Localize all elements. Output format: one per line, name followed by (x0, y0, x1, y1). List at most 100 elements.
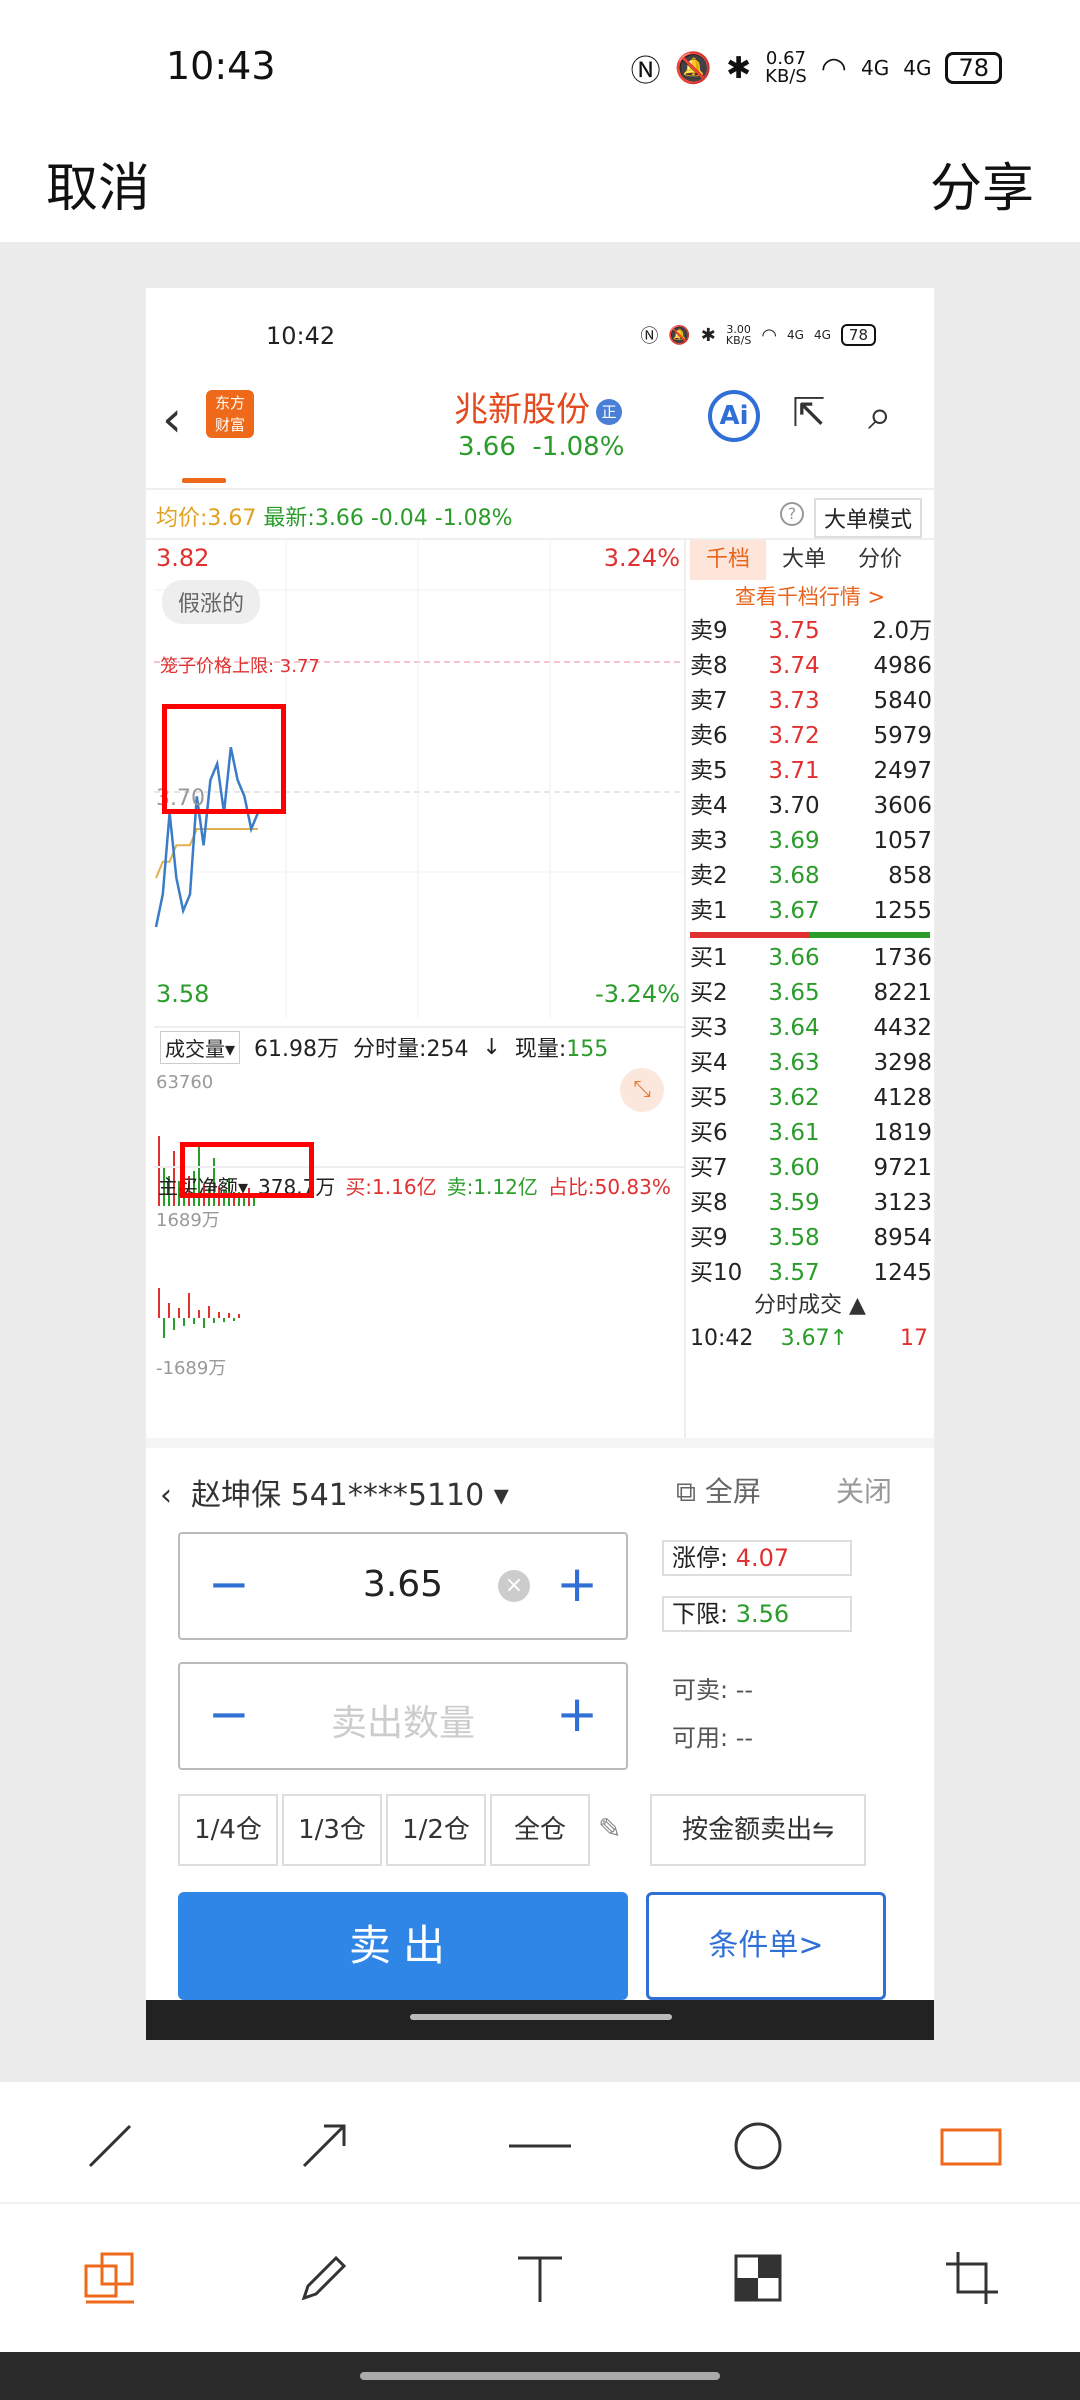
sell-order-row: 卖3 3.69 1057 (686, 824, 934, 859)
crop-tool-icon[interactable] (932, 2238, 1012, 2318)
mute-icon: 🔕 (674, 50, 712, 86)
expand-icon[interactable]: ⤡ (620, 1068, 664, 1112)
fullscreen-button[interactable]: ⧉ 全屏 (676, 1470, 761, 1510)
sell-order-volume: 2497 (873, 758, 932, 784)
sell-order-price[interactable]: 3.69 (746, 824, 842, 859)
position-full[interactable]: 全仓 (490, 1794, 590, 1866)
buy-order-level: 买6 (690, 1120, 728, 1146)
search-icon[interactable]: ⌕ (868, 390, 892, 440)
sell-order-level: 卖8 (690, 653, 728, 679)
conditional-order-button[interactable]: 条件单> (646, 1892, 886, 2000)
position-half[interactable]: 1/2仓 (386, 1794, 486, 1866)
sell-order-price[interactable]: 3.67 (746, 894, 842, 929)
buy-order-volume: 4128 (873, 1085, 932, 1111)
big-order-mode-button[interactable]: 大单模式 (814, 498, 923, 538)
quantity-stepper[interactable]: − 卖出数量 + (178, 1662, 628, 1770)
sell-order-row: 卖7 3.73 5840 (686, 684, 934, 719)
sell-order-volume: 3606 (873, 793, 932, 819)
home-indicator[interactable] (360, 2372, 720, 2380)
cancel-button[interactable]: 取消 (46, 146, 150, 221)
dash-tool-icon[interactable] (500, 2106, 580, 2186)
badge-icon: 正 (596, 398, 622, 425)
shape-toolbar (0, 2082, 1080, 2204)
share-button[interactable]: 分享 (930, 146, 1034, 221)
flow-bar (158, 1288, 160, 1318)
share-out-icon[interactable]: ⇱ (792, 390, 838, 436)
sell-order-price[interactable]: 3.71 (746, 754, 842, 789)
mosaic-tool-icon[interactable] (718, 2238, 798, 2318)
volume-max: 63760 (156, 1072, 214, 1093)
buy-order-row: 买10 3.57 1245 (686, 1256, 934, 1291)
tick-header[interactable]: 分时成交 ▲ (686, 1291, 934, 1321)
flow-min: -1689万 (156, 1358, 227, 1379)
sell-order-price[interactable]: 3.75 (746, 614, 842, 649)
inner-time: 10:42 (266, 322, 336, 350)
sell-by-amount-button[interactable]: 按金额卖出⇋ (650, 1794, 866, 1866)
circle-tool-icon[interactable] (718, 2106, 798, 2186)
buy-order-price[interactable]: 3.59 (746, 1186, 842, 1221)
buy-order-volume: 3123 (873, 1190, 932, 1216)
sell-order-price[interactable]: 3.74 (746, 649, 842, 684)
sell-order-price[interactable]: 3.72 (746, 719, 842, 754)
buy-order-price[interactable]: 3.63 (746, 1046, 842, 1081)
buy-order-price[interactable]: 3.58 (746, 1221, 842, 1256)
clear-icon[interactable]: × (498, 1570, 530, 1602)
flow-bar (218, 1312, 220, 1318)
intraday-chart[interactable]: 3.82 3.24% 假涨的 笼子价格上限: 3.77 3.70 3.58 -3… (154, 538, 684, 1538)
sell-order-price[interactable]: 3.73 (746, 684, 842, 719)
price-stepper[interactable]: − 3.65 × + (178, 1532, 628, 1640)
buy-order-price[interactable]: 3.62 (746, 1081, 842, 1116)
buy-order-volume: 9721 (873, 1155, 932, 1181)
ai-button[interactable]: Ai (708, 390, 760, 442)
sell-order-level: 卖9 (690, 618, 728, 644)
volume-bar-header: 成交量▾ 61.98万 分时量:254 ↓ 现量:155 (154, 1026, 684, 1066)
buy-order-price[interactable]: 3.60 (746, 1151, 842, 1186)
buy-order-price[interactable]: 3.61 (746, 1116, 842, 1151)
layers-tool-icon[interactable] (70, 2238, 150, 2318)
sell-order-level: 卖4 (690, 793, 728, 819)
edit-icon[interactable]: ✎ (598, 1812, 621, 1845)
help-icon[interactable]: ? (780, 502, 804, 526)
buy-order-price[interactable]: 3.57 (746, 1256, 842, 1291)
tab-level-thousand[interactable]: 千档 (690, 540, 766, 580)
tab-big-order[interactable]: 大单 (766, 540, 842, 580)
line-tool-icon[interactable] (70, 2106, 150, 2186)
buy-order-price[interactable]: 3.65 (746, 976, 842, 1011)
view-depth-link[interactable]: 查看千档行情 > (686, 580, 934, 614)
plus-icon[interactable]: + (556, 1684, 598, 1744)
pen-tool-icon[interactable] (284, 2238, 364, 2318)
flow-max: 1689万 (156, 1210, 220, 1231)
account-selector[interactable]: ‹ 赵坤保 541****5110 ▾ (160, 1470, 509, 1514)
screenshot-preview[interactable]: 10:42 Ⓝ 🔕 ✱ 3.00 KB/S ◠ 4G 4G 78 ‹ 东方 财富 兆新股份正… (146, 288, 934, 2040)
close-button[interactable]: 关闭 (836, 1470, 892, 1510)
back-icon[interactable]: ‹ (162, 390, 182, 448)
cage-price-limit: 笼子价格上限: 3.77 (160, 656, 320, 677)
buy-order-level: 买8 (690, 1190, 728, 1216)
tick-row: 10:42 3.67↑ 17 (690, 1326, 928, 1351)
arrow-tool-icon[interactable] (284, 2106, 364, 2186)
position-quarter[interactable]: 1/4仓 (178, 1794, 278, 1866)
buy-order-row: 买6 3.61 1819 (686, 1116, 934, 1151)
stock-nav-bar: ‹ 东方 财富 兆新股份正 3.66 -1.08% Ai ⇱ ⌕ (146, 380, 934, 490)
buy-order-level: 买7 (690, 1155, 728, 1181)
flow-bar (233, 1318, 235, 1321)
buy-order-price[interactable]: 3.64 (746, 1011, 842, 1046)
flow-bars (158, 1288, 240, 1338)
buy-order-row: 买8 3.59 3123 (686, 1186, 934, 1221)
position-third[interactable]: 1/3仓 (282, 1794, 382, 1866)
tab-by-price[interactable]: 分价 (842, 540, 918, 580)
flow-bar (163, 1318, 165, 1338)
sell-order-price[interactable]: 3.68 (746, 859, 842, 894)
volume-select[interactable]: 成交量▾ (160, 1030, 241, 1064)
rect-tool-icon[interactable] (932, 2106, 1012, 2186)
text-tool-icon[interactable] (500, 2238, 580, 2318)
sell-order-level: 卖7 (690, 688, 728, 714)
inner-status-bar: 10:42 Ⓝ 🔕 ✱ 3.00 KB/S ◠ 4G 4G 78 (146, 288, 934, 350)
buy-order-price[interactable]: 3.66 (746, 941, 842, 976)
sell-order-row: 卖6 3.72 5979 (686, 719, 934, 754)
chart-high-pct: 3.24% (603, 544, 680, 572)
buy-orders: 买1 3.66 1736 买2 3.65 8221 买3 3.64 4432 买4 3.63 3298… (686, 941, 934, 1291)
sell-button[interactable]: 卖出 (178, 1892, 628, 2000)
plus-icon[interactable]: + (556, 1554, 598, 1614)
sell-order-price[interactable]: 3.70 (746, 789, 842, 824)
